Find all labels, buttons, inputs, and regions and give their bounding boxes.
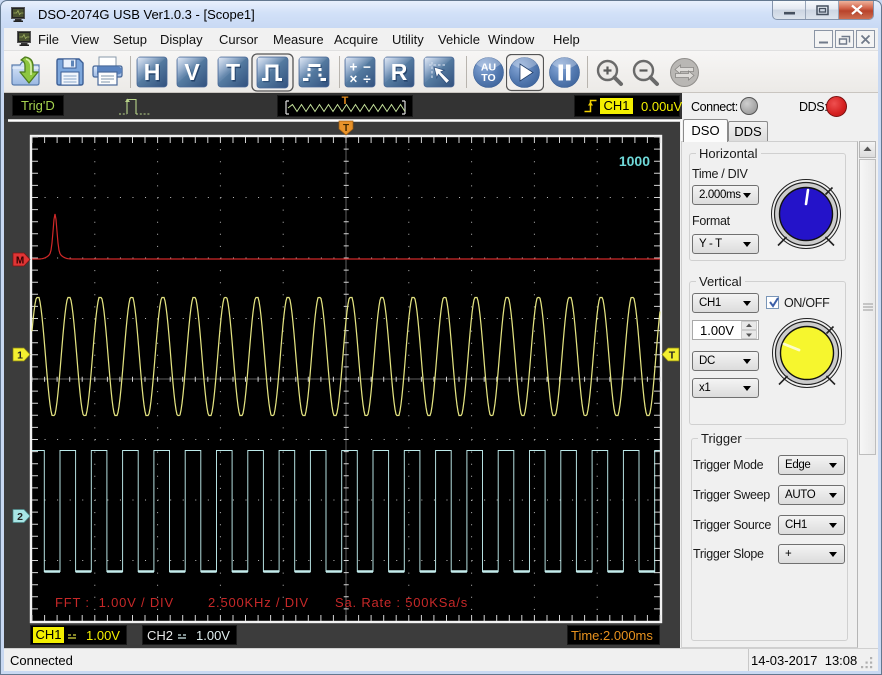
svg-text:T: T <box>226 59 240 85</box>
svg-text:M: M <box>16 256 24 267</box>
svg-text:2.500KHz / DIV: 2.500KHz / DIV <box>208 595 309 610</box>
svg-text:TO: TO <box>481 72 495 84</box>
svg-text:2: 2 <box>17 511 23 523</box>
svg-text:×: × <box>350 72 358 87</box>
svg-text:H: H <box>144 59 161 85</box>
svg-text:FFT : 1.00V / DIV: FFT : 1.00V / DIV <box>55 595 174 610</box>
svg-text:1: 1 <box>17 350 23 362</box>
svg-text:T: T <box>669 350 676 362</box>
svg-text:Sa. Rate : 500KSa/s: Sa. Rate : 500KSa/s <box>335 595 468 610</box>
svg-text:÷: ÷ <box>363 72 371 87</box>
svg-text:T: T <box>343 123 349 134</box>
svg-text:V: V <box>184 59 200 85</box>
svg-text:T: T <box>342 95 349 107</box>
svg-text:1000: 1000 <box>619 153 650 169</box>
svg-text:R: R <box>391 59 408 85</box>
